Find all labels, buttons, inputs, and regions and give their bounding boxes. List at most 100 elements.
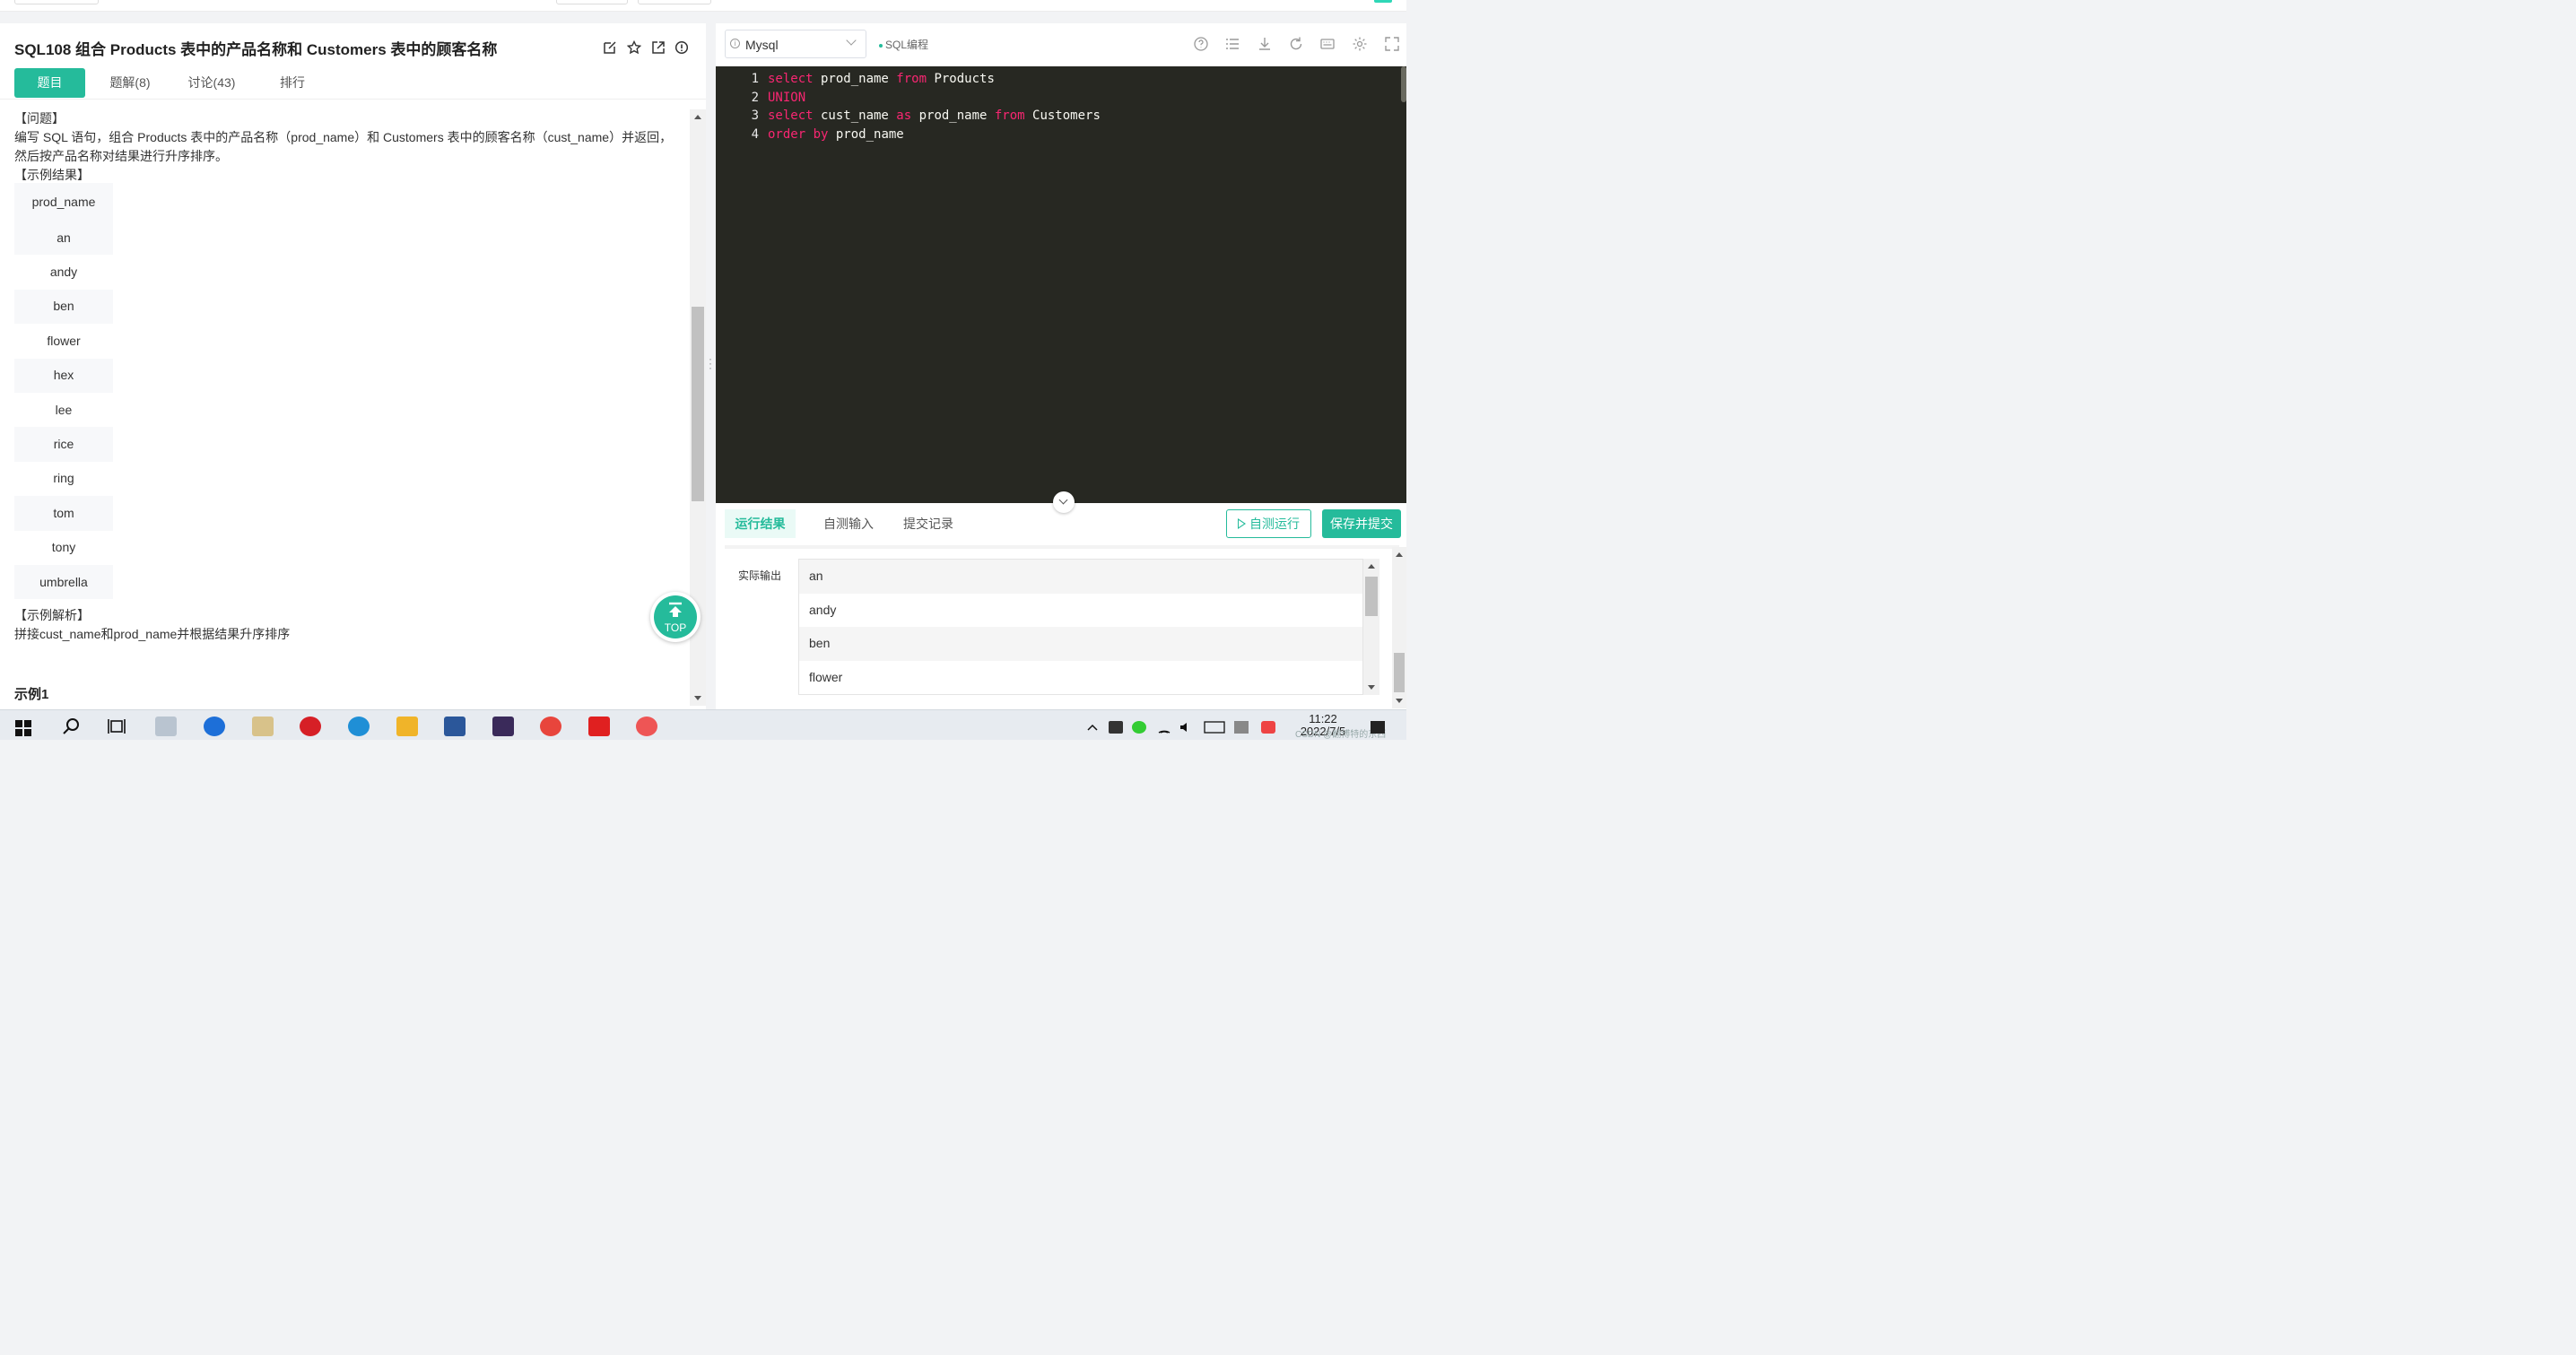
reset-icon[interactable] — [1288, 36, 1304, 52]
teamviewer-icon[interactable] — [204, 717, 225, 736]
music-app-icon[interactable] — [300, 717, 321, 736]
scroll-up-arrow[interactable] — [1396, 552, 1403, 557]
snip-tool-icon[interactable] — [636, 717, 657, 736]
star-icon[interactable] — [627, 40, 641, 55]
keyboard-icon[interactable] — [1204, 721, 1225, 734]
edge-icon[interactable] — [348, 717, 370, 736]
chrome-icon[interactable] — [540, 717, 561, 736]
language-select[interactable]: i Mysql — [725, 30, 866, 58]
code-text: select cust_name as prod_name from Custo… — [768, 109, 1101, 124]
save-submit-button[interactable]: 保存并提交 — [1322, 509, 1401, 538]
output-scrollbar[interactable] — [1363, 559, 1379, 695]
pane-resizer[interactable]: · · · — [706, 23, 716, 709]
taskbar: 11:22 2022/7/5 CSDN @翻博特的东西 — [0, 709, 1406, 740]
top-button[interactable] — [638, 0, 711, 4]
ime-icon[interactable] — [1234, 721, 1249, 734]
scroll-down-arrow[interactable] — [1368, 685, 1375, 690]
line-number: 4 — [751, 127, 759, 143]
scroll-thumb[interactable] — [1365, 577, 1378, 616]
arrow-up-icon — [669, 602, 682, 617]
tab-divider — [0, 99, 706, 100]
paint-icon[interactable] — [252, 717, 274, 736]
example-cell: an — [14, 221, 113, 256]
example-row: tom — [14, 496, 113, 531]
code-text: order by prod_name — [768, 127, 904, 143]
share-icon[interactable] — [651, 40, 666, 55]
example-row: an — [14, 221, 113, 256]
code-editor[interactable]: 1 select prod_name from Products 2 UNION 3 se… — [716, 66, 1406, 503]
example-row: tony — [14, 530, 113, 565]
wps-icon[interactable] — [588, 717, 610, 736]
example-cell: flower — [14, 324, 113, 359]
download-icon[interactable] — [1257, 36, 1273, 52]
scroll-up-arrow[interactable] — [694, 115, 701, 119]
example-row: ben — [14, 289, 113, 325]
search-icon[interactable] — [61, 717, 83, 736]
scroll-thumb[interactable] — [1394, 653, 1405, 692]
editor-panel: i Mysql SQL编程 1 select prod_name from Pro… — [716, 23, 1406, 709]
tab-problem[interactable]: 题目 — [14, 68, 85, 98]
line-number: 3 — [751, 109, 759, 124]
word-icon[interactable] — [444, 717, 466, 736]
tex-icon[interactable] — [492, 717, 514, 736]
example-row: lee — [14, 392, 113, 428]
top-label: TOP — [664, 621, 687, 634]
example-cell: lee — [14, 392, 113, 428]
edit-icon[interactable] — [603, 40, 617, 55]
tab-ranking[interactable]: 排行 — [270, 68, 315, 98]
result-scrollbar[interactable] — [1392, 547, 1406, 708]
report-icon[interactable] — [674, 40, 689, 55]
example-cell: ben — [14, 289, 113, 325]
volume-icon[interactable] — [1179, 721, 1193, 734]
task-view-icon[interactable] — [108, 717, 129, 736]
scroll-up-arrow[interactable] — [1368, 564, 1375, 569]
example-cell: ring — [14, 461, 113, 497]
example-row: umbrella — [14, 564, 113, 600]
analysis-text: 拼接cust_name和prod_name并根据结果升序排序 — [14, 627, 291, 641]
list-icon[interactable] — [1224, 36, 1240, 52]
tab-submission-history[interactable]: 提交记录 — [892, 509, 964, 538]
file-explorer-icon[interactable] — [396, 717, 418, 736]
collapse-button[interactable] — [1053, 491, 1075, 513]
example-header: prod_name — [14, 183, 113, 221]
tab-discussion[interactable]: 讨论(43) — [180, 68, 243, 98]
output-row: flower — [799, 660, 1362, 694]
example-row: andy — [14, 255, 113, 290]
keyboard-icon[interactable] — [1319, 36, 1336, 52]
resize-handle-icon[interactable]: · · · — [709, 353, 712, 373]
app-monitor-icon[interactable] — [155, 717, 177, 736]
output-row: ben — [799, 627, 1362, 661]
tab-run-result[interactable]: 运行结果 — [725, 509, 796, 538]
sql-badge: SQL编程 — [879, 37, 928, 52]
windows-start-icon[interactable] — [14, 719, 32, 737]
example-row: flower — [14, 324, 113, 359]
output-list: an andy ben flower — [798, 559, 1363, 695]
scroll-thumb[interactable] — [692, 307, 704, 501]
top-button[interactable] — [556, 0, 628, 4]
example-cell: tom — [14, 496, 113, 531]
output-row: andy — [799, 593, 1362, 627]
csdn-tray-icon[interactable] — [1261, 721, 1275, 734]
self-test-button[interactable]: 自测运行 — [1226, 509, 1311, 538]
wifi-icon[interactable] — [1157, 721, 1171, 734]
question-content: 【问题】 编写 SQL 语句，组合 Products 表中的产品名称（prod_… — [14, 109, 683, 702]
settings-icon[interactable] — [1352, 36, 1368, 52]
example-cell: hex — [14, 358, 113, 393]
top-accent-button[interactable] — [1374, 0, 1392, 3]
battery-icon[interactable] — [1109, 721, 1123, 734]
wechat-icon[interactable] — [1132, 721, 1146, 734]
editor-scrollbar[interactable] — [1401, 66, 1406, 102]
scroll-down-arrow[interactable] — [694, 696, 701, 700]
top-button[interactable] — [14, 0, 99, 4]
chevron-down-icon — [1058, 495, 1068, 505]
chevron-up-icon[interactable] — [1085, 721, 1100, 734]
notification-icon[interactable] — [1371, 721, 1385, 734]
help-icon[interactable] — [1193, 36, 1209, 52]
back-to-top-button[interactable]: TOP — [650, 592, 701, 642]
info-icon: i — [730, 39, 740, 48]
tab-solutions[interactable]: 题解(8) — [100, 68, 161, 98]
scroll-down-arrow[interactable] — [1396, 699, 1403, 703]
language-value: Mysql — [745, 38, 779, 52]
tab-self-input[interactable]: 自测输入 — [812, 509, 885, 538]
fullscreen-icon[interactable] — [1384, 36, 1400, 52]
